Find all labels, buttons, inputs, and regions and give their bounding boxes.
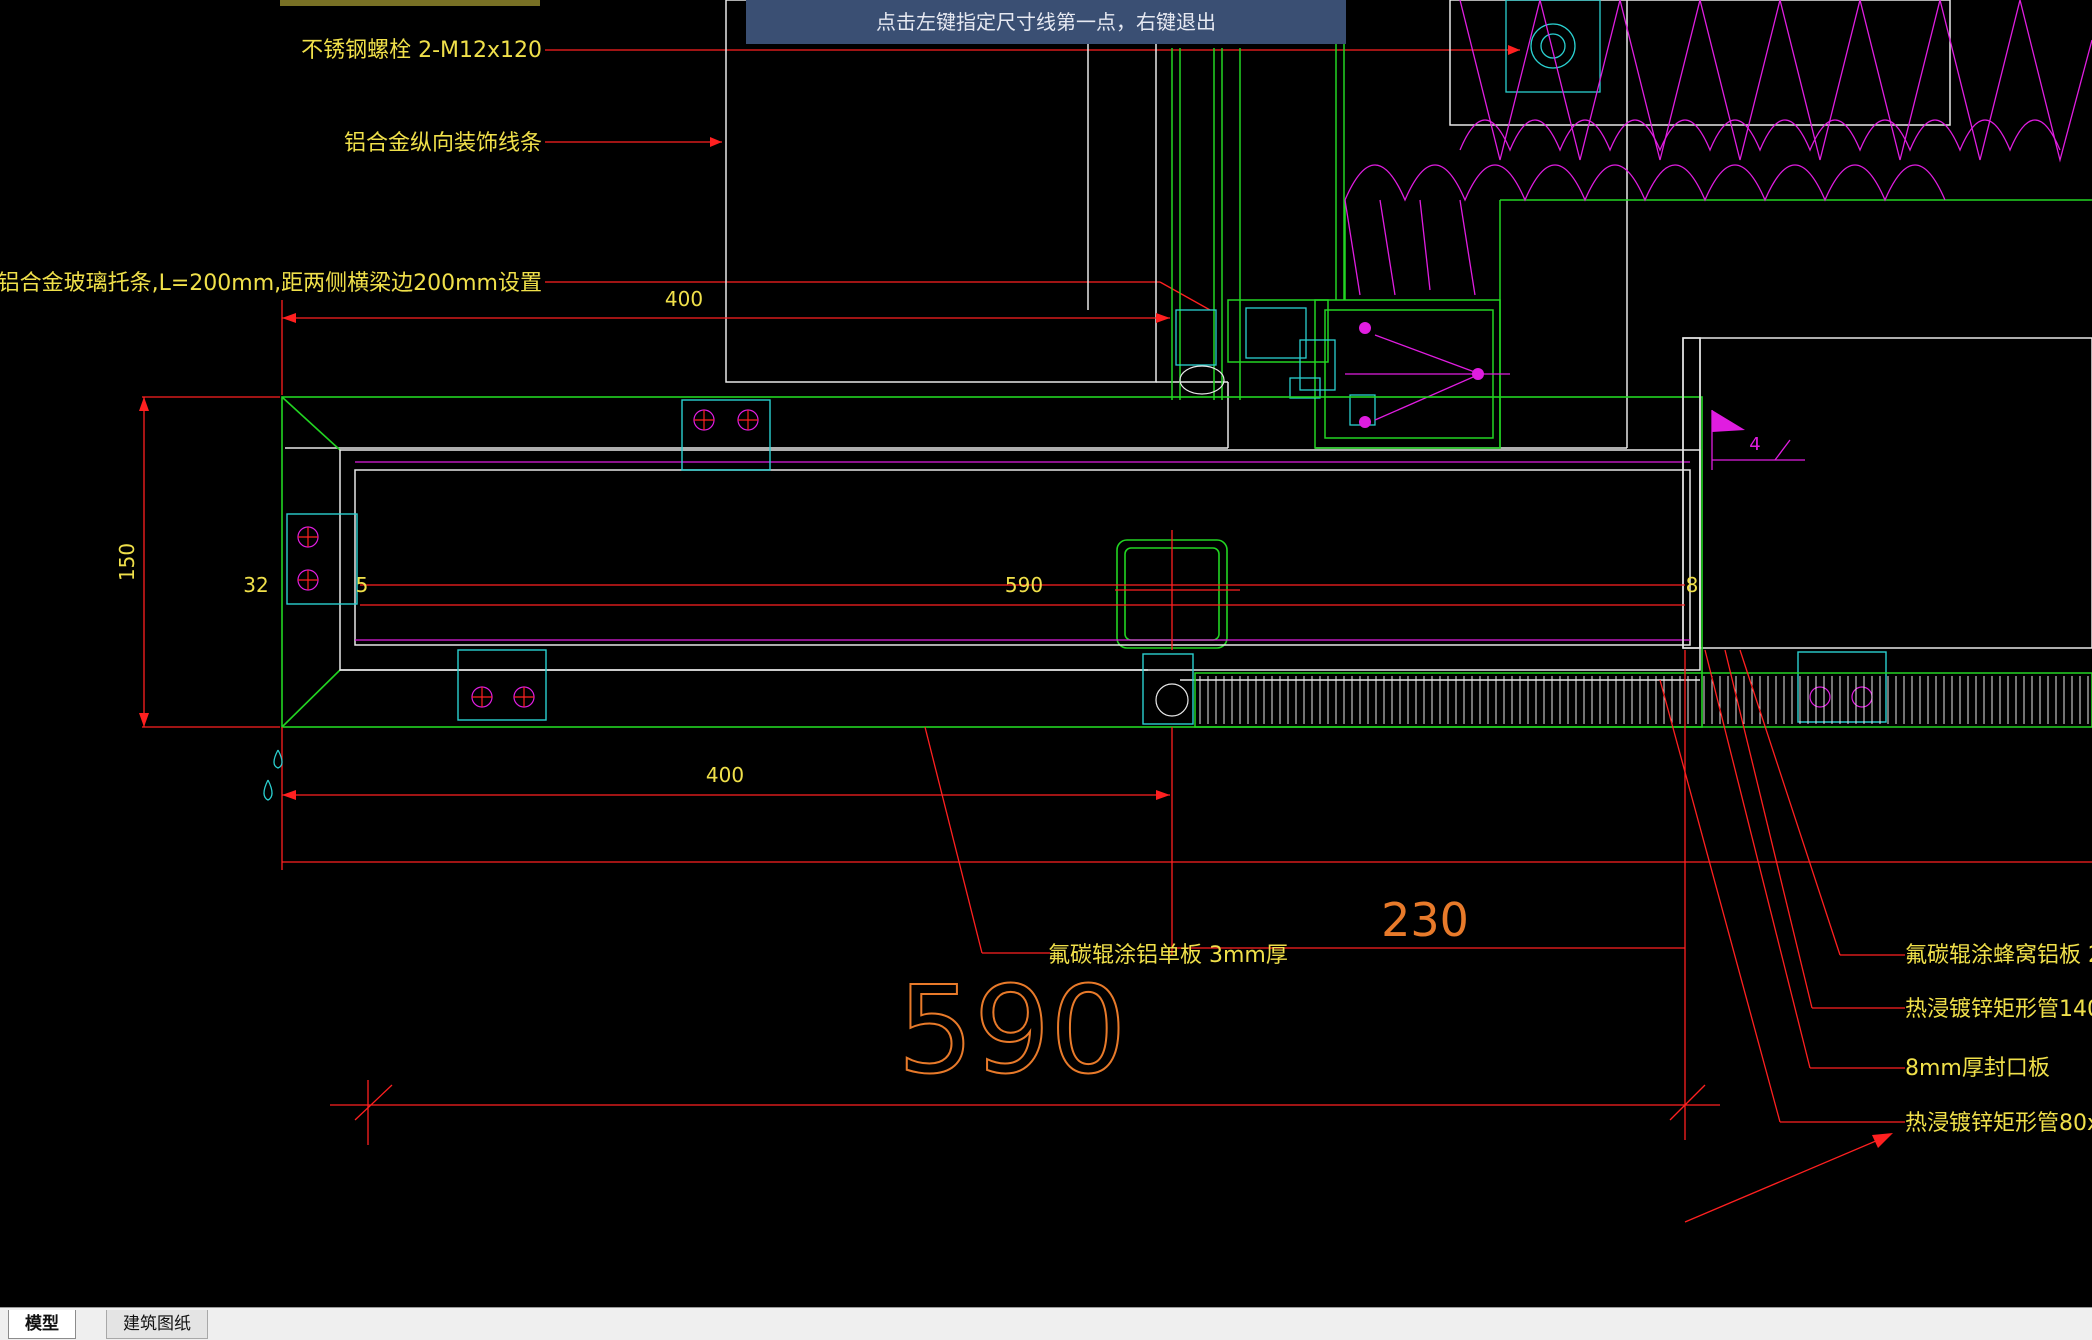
dim-400-bottom: 400 — [706, 763, 744, 787]
label-honeycomb: 氟碳辊涂蜂窝铝板 25厚 — [1905, 943, 2092, 968]
label-trim: 铝合金纵向装饰线条 — [344, 131, 542, 156]
dim-5: 5 — [356, 573, 369, 597]
cut-off-label — [280, 0, 540, 6]
label-tube-small: 热浸镀锌矩形管80x60x4 — [1905, 1111, 2092, 1136]
dim-590-inner: 590 — [1005, 573, 1043, 597]
dim-4: 4 — [1749, 434, 1760, 455]
dim-400-top: 400 — [665, 287, 703, 311]
dim-150: 150 — [115, 543, 139, 581]
label-glass-support: 铝合金玻璃托条,L=200mm,距两侧横梁边200mm设置 — [0, 271, 542, 296]
tab-model[interactable]: 模型 — [8, 1310, 76, 1339]
dim-32: 32 — [243, 573, 268, 597]
dim-8: 8 — [1686, 573, 1699, 597]
cad-drawing-canvas[interactable]: 不锈钢螺栓 2-M12x120 铝合金纵向装饰线条 铝合金玻璃托条,L=200m… — [0, 0, 2092, 1307]
label-bolt: 不锈钢螺栓 2-M12x120 — [301, 38, 542, 63]
dim-230: 230 — [1381, 893, 1469, 947]
command-prompt-tooltip: 点击左键指定尺寸线第一点，右键退出 — [746, 0, 1346, 44]
dim-590-big: 590 — [897, 962, 1126, 1101]
label-seal-plate: 8mm厚封口板 — [1905, 1056, 2050, 1081]
label-tube-large: 热浸镀锌矩形管140x80x5 — [1905, 997, 2092, 1022]
layout-tab-bar: 模型 建筑图纸 — [0, 1307, 2092, 1340]
tab-architectural-drawing[interactable]: 建筑图纸 — [106, 1310, 208, 1339]
